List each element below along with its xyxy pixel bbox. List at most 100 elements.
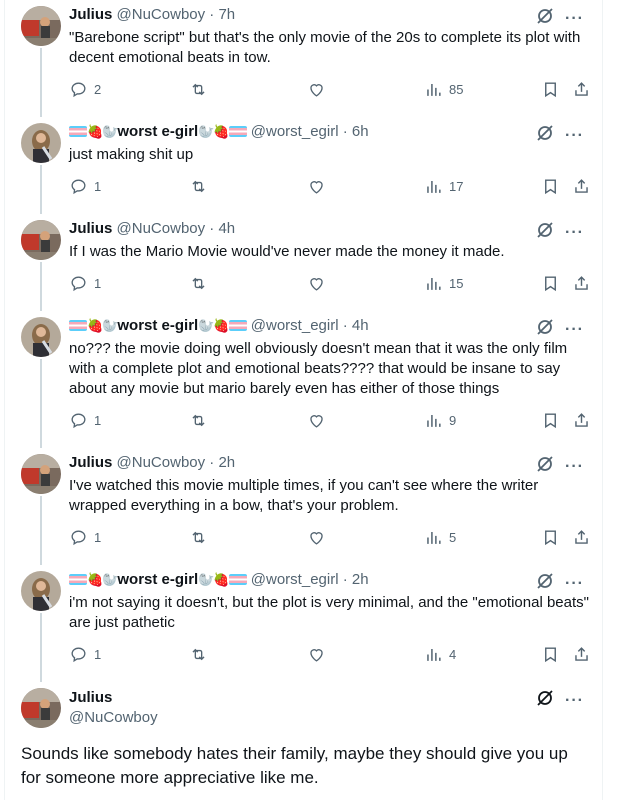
flag-icon [69, 126, 87, 137]
reply-button[interactable]: 1 [69, 411, 101, 430]
reply-button[interactable]: 1 [69, 528, 101, 547]
user-handle[interactable]: @NuCowboy [117, 6, 206, 23]
views-count: 15 [449, 276, 464, 291]
views-icon [427, 83, 441, 96]
flag-icon [228, 574, 247, 585]
more-icon[interactable]: ··· [565, 321, 584, 339]
more-icon[interactable]: ··· [565, 692, 584, 710]
display-name[interactable]: Julius [69, 688, 158, 708]
tweet-header: 🍓🦭worst e-girl🦭🍓 @worst_egirl · 2h [69, 570, 369, 590]
user-handle[interactable]: @NuCowboy [117, 220, 206, 237]
user-handle[interactable]: @worst_egirl [251, 317, 339, 334]
display-name[interactable]: Julius [69, 6, 112, 23]
reply-button[interactable]: 1 [69, 645, 101, 664]
reply-count: 1 [94, 647, 102, 662]
tweet-header: Julius @NuCowboy · 7h [69, 6, 236, 23]
views-button[interactable]: 9 [424, 411, 456, 430]
reply-tweet[interactable]: 🍓🦭worst e-girl🦭🍓 @worst_egirl · 6h ··· j… [5, 117, 604, 214]
timestamp[interactable]: 6h [352, 123, 369, 140]
bookmark-button[interactable] [541, 177, 560, 196]
repost-icon [192, 648, 205, 661]
more-icon[interactable]: ··· [565, 224, 584, 242]
like-button[interactable] [307, 645, 326, 664]
more-icon[interactable]: ··· [565, 458, 584, 476]
user-handle[interactable]: @worst_egirl [251, 571, 339, 588]
user-handle[interactable]: @worst_egirl [251, 123, 339, 140]
avatar[interactable] [21, 317, 61, 357]
more-icon[interactable]: ··· [565, 575, 584, 593]
reply-count: 1 [94, 276, 102, 291]
tweet-text: "Barebone script" but that's the only mo… [69, 29, 581, 66]
views-button[interactable]: 17 [424, 177, 463, 196]
timestamp[interactable]: 4h [218, 220, 235, 237]
bookmark-button[interactable] [541, 80, 560, 99]
display-name[interactable]: Julius [69, 454, 112, 471]
display-name[interactable]: worst e-girl [117, 571, 198, 588]
display-name[interactable]: Julius [69, 220, 112, 237]
user-handle[interactable]: @NuCowboy [117, 454, 206, 471]
views-button[interactable]: 85 [424, 80, 463, 99]
repost-button[interactable] [189, 528, 208, 547]
avatar[interactable] [21, 220, 61, 260]
reply-tweet[interactable]: Julius @NuCowboy · 4h ··· If I was the M… [5, 214, 604, 311]
tweet-header: Julius @NuCowboy [69, 688, 158, 728]
repost-button[interactable] [189, 80, 208, 99]
like-button[interactable] [307, 411, 326, 430]
reply-count: 1 [94, 413, 102, 428]
share-button[interactable] [572, 411, 591, 430]
repost-button[interactable] [189, 645, 208, 664]
action-bar: 1 9 [69, 411, 589, 431]
bookmark-icon [545, 276, 556, 292]
share-button[interactable] [572, 80, 591, 99]
avatar[interactable] [21, 688, 61, 728]
like-button[interactable] [307, 528, 326, 547]
reply-tweet[interactable]: Julius @NuCowboy · 7h ··· "Barebone scri… [5, 0, 604, 117]
reply-tweet[interactable]: 🍓🦭worst e-girl🦭🍓 @worst_egirl · 4h ··· n… [5, 311, 604, 448]
reply-button[interactable]: 1 [69, 274, 101, 293]
more-icon[interactable]: ··· [565, 10, 584, 28]
timestamp[interactable]: 4h [352, 317, 369, 334]
share-icon [575, 82, 588, 96]
repost-button[interactable] [189, 411, 208, 430]
avatar[interactable] [21, 123, 61, 163]
reply-button[interactable]: 2 [69, 80, 101, 99]
bookmark-icon [545, 647, 556, 663]
share-icon [575, 530, 588, 544]
like-button[interactable] [307, 274, 326, 293]
avatar[interactable] [21, 571, 61, 611]
reply-tweet[interactable]: 🍓🦭worst e-girl🦭🍓 @worst_egirl · 2h ··· i… [5, 565, 604, 682]
share-icon [575, 647, 588, 661]
views-button[interactable]: 15 [424, 274, 463, 293]
share-button[interactable] [572, 645, 591, 664]
share-button[interactable] [572, 528, 591, 547]
bookmark-button[interactable] [541, 528, 560, 547]
grok-icon[interactable] [535, 688, 555, 713]
bookmark-button[interactable] [541, 411, 560, 430]
reply-tweet[interactable]: Julius @NuCowboy · 2h ··· I've watched t… [5, 448, 604, 565]
display-name[interactable]: worst e-girl [117, 123, 198, 140]
tweet-header: Julius @NuCowboy · 2h [69, 454, 236, 471]
repost-button[interactable] [189, 274, 208, 293]
like-button[interactable] [307, 80, 326, 99]
bookmark-button[interactable] [541, 274, 560, 293]
reply-button[interactable]: 1 [69, 177, 101, 196]
repost-icon [192, 277, 205, 290]
more-icon[interactable]: ··· [565, 127, 584, 145]
user-handle[interactable]: @NuCowboy [69, 708, 158, 728]
like-button[interactable] [307, 177, 326, 196]
timestamp[interactable]: 7h [218, 6, 235, 23]
share-button[interactable] [572, 177, 591, 196]
share-button[interactable] [572, 274, 591, 293]
avatar[interactable] [21, 454, 61, 494]
bookmark-button[interactable] [541, 645, 560, 664]
views-button[interactable]: 4 [424, 645, 456, 664]
timestamp[interactable]: 2h [218, 454, 235, 471]
views-button[interactable]: 5 [424, 528, 456, 547]
display-name[interactable]: worst e-girl [117, 317, 198, 334]
timestamp[interactable]: 2h [352, 571, 369, 588]
avatar[interactable] [21, 6, 61, 46]
heart-icon [310, 84, 323, 97]
flag-icon [228, 320, 247, 331]
thread-line [40, 613, 42, 682]
repost-button[interactable] [189, 177, 208, 196]
